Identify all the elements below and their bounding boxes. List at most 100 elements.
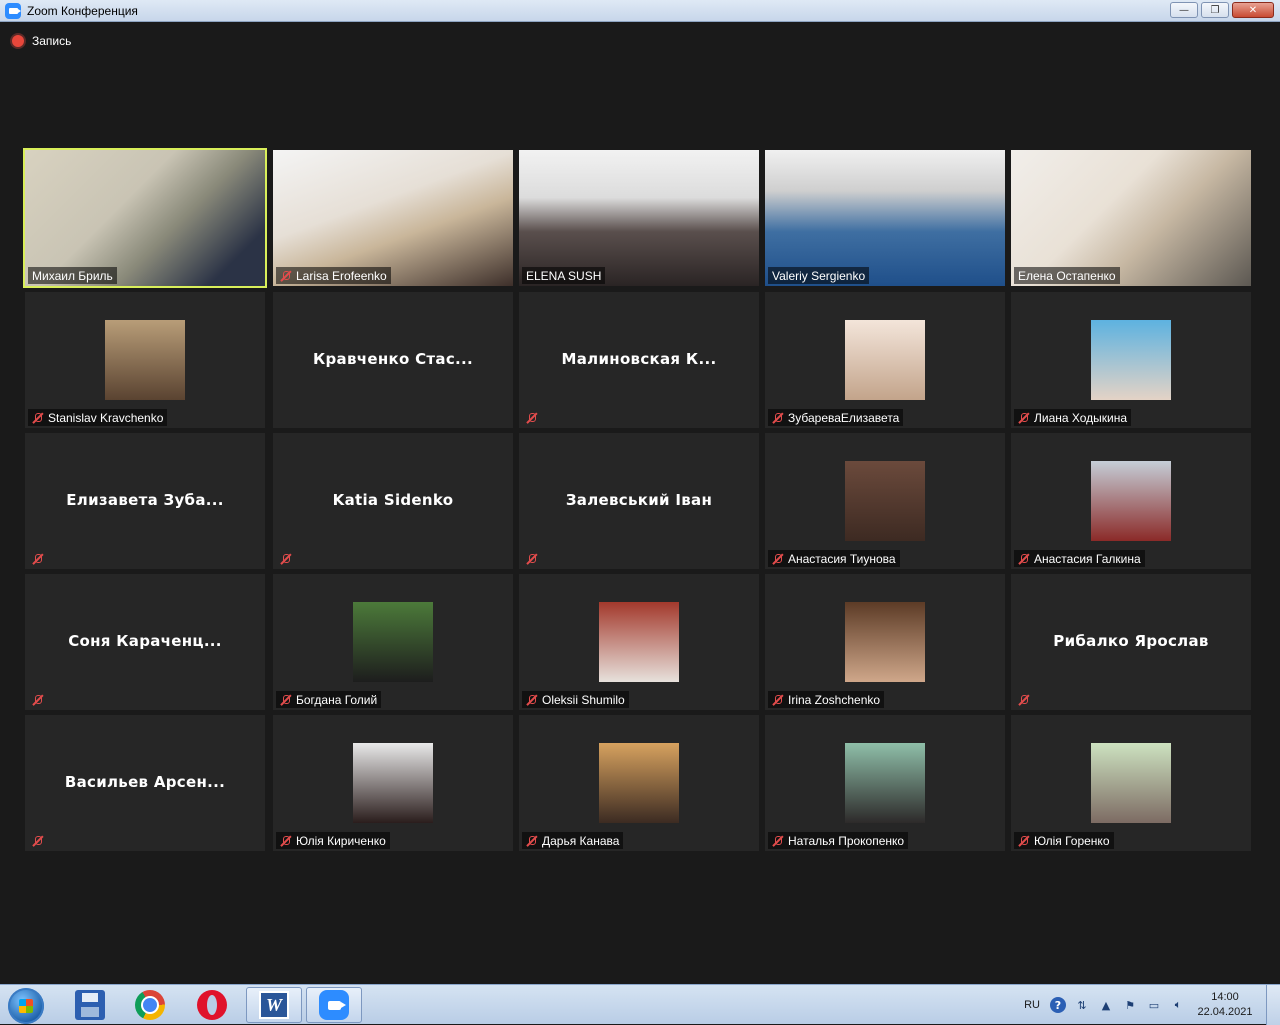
participant-tile[interactable]: Малиновская К... [519,292,759,428]
participant-avatar [845,602,925,682]
participant-video [25,150,265,286]
language-indicator[interactable]: RU [1024,999,1040,1011]
participant-tile[interactable]: Katia Sidenko [273,433,513,569]
participant-name: Oleksii Shumilo [542,692,625,707]
participant-center-name: Залевський Іван [565,491,713,509]
participant-tile[interactable]: Васильев Арсен... [25,715,265,851]
mic-muted-icon [1018,553,1030,565]
clock[interactable]: 14:00 22.04.2021 [1194,990,1256,1020]
mic-muted-icon [280,694,292,706]
participant-name: Irina Zoshchenko [788,692,881,707]
participant-tile[interactable]: Stanislav Kravchenko [25,292,265,428]
participant-name-bar: ELENA SUSH [522,267,606,284]
title-bar: Zoom Конференция — ❐ ✕ [0,0,1280,22]
participant-tile[interactable]: Залевський Іван [519,433,759,569]
participant-tile[interactable]: Irina Zoshchenko [765,574,1005,710]
participant-avatar [353,743,433,823]
display-icon[interactable]: ▭ [1146,997,1162,1013]
participant-name: Юлія Кириченко [296,833,386,848]
participant-name: Valeriy Sergienko [772,268,866,283]
participant-avatar [845,320,925,400]
mic-muted-icon [32,694,44,706]
participant-name: ELENA SUSH [526,268,602,283]
participant-tile[interactable]: Анастасия Галкина [1011,433,1251,569]
participant-name-bar [28,691,48,708]
mic-muted-icon [280,553,292,565]
participant-name-bar: Valeriy Sergienko [768,267,870,284]
participant-tile[interactable]: Рибалко Ярослав [1011,574,1251,710]
mic-muted-icon [526,412,538,424]
participant-name-bar: Анастасия Галкина [1014,550,1145,567]
participant-tile[interactable]: Valeriy Sergienko [765,150,1005,286]
start-button[interactable] [8,988,44,1024]
mic-muted-icon [280,270,292,282]
participant-tile[interactable]: Богдана Голий [273,574,513,710]
record-icon [12,35,24,47]
participant-tile[interactable]: Наталья Прокопенко [765,715,1005,851]
participant-name-bar: Юлія Горенко [1014,832,1114,849]
participant-tile[interactable]: Дарья Канава [519,715,759,851]
participant-name-bar: Богдана Голий [276,691,382,708]
participant-tile[interactable]: Анастасия Тиунова [765,433,1005,569]
participant-center-name: Елизавета Зуба... [66,491,224,509]
participant-name-bar: Larisa Erofeenko [276,267,391,284]
participant-tile[interactable]: Соня Караченц... [25,574,265,710]
participant-name-bar: Анастасия Тиунова [768,550,900,567]
word-icon[interactable]: W [246,987,302,1023]
mic-muted-icon [772,553,784,565]
participant-name-bar: Елена Остапенко [1014,267,1120,284]
participant-avatar [353,602,433,682]
system-tray: RU ? ⇅ ▲ ⚑ ▭ 🔈︎ 14:00 22.04.2021 [1024,985,1280,1025]
participant-name-bar: Irina Zoshchenko [768,691,885,708]
participant-tile[interactable]: ЗубареваЕлизавета [765,292,1005,428]
participant-name-bar: Юлія Кириченко [276,832,390,849]
minimize-button[interactable]: — [1170,2,1198,18]
participant-video [273,150,513,286]
participant-center-name: Кравченко Стас... [312,350,474,368]
participant-tile[interactable]: Елизавета Зуба... [25,433,265,569]
recording-indicator[interactable]: Запись [12,34,71,48]
participant-name-bar: ЗубареваЕлизавета [768,409,904,426]
maximize-button[interactable]: ❐ [1201,2,1229,18]
close-button[interactable]: ✕ [1232,2,1274,18]
participant-video [765,150,1005,286]
participant-avatar [1091,743,1171,823]
participant-name: Stanislav Kravchenko [48,410,164,425]
participant-tile[interactable]: Юлія Горенко [1011,715,1251,851]
taskbar: W RU ? ⇅ ▲ ⚑ ▭ 🔈︎ 14:00 22.04.2021 [0,984,1280,1025]
participant-tile[interactable]: Oleksii Shumilo [519,574,759,710]
participant-name-bar: Stanislav Kravchenko [28,409,168,426]
action-center-icon[interactable]: ⚑ [1122,997,1138,1013]
network-icon[interactable]: ⇅ [1074,997,1090,1013]
participant-name: Богдана Голий [296,692,378,707]
mic-muted-icon [772,835,784,847]
participant-center-name: Рибалко Ярослав [1053,632,1209,650]
mic-muted-icon [526,694,538,706]
participant-avatar [1091,461,1171,541]
mic-muted-icon [32,412,44,424]
opera-icon[interactable] [184,987,240,1023]
participant-tile[interactable]: Лиана Ходыкина [1011,292,1251,428]
participant-avatar [1091,320,1171,400]
window-controls: — ❐ ✕ [1170,2,1274,18]
mic-muted-icon [32,835,44,847]
clock-date: 22.04.2021 [1197,1006,1253,1018]
mic-muted-icon [1018,694,1030,706]
participant-tile[interactable]: Юлія Кириченко [273,715,513,851]
participant-tile[interactable]: Larisa Erofeenko [273,150,513,286]
participant-tile[interactable]: ELENA SUSH [519,150,759,286]
show-desktop-button[interactable] [1266,985,1280,1025]
participant-tile[interactable]: Кравченко Стас... [273,292,513,428]
participant-name: Анастасия Тиунова [788,551,896,566]
show-hidden-icons-icon[interactable]: ▲ [1098,997,1114,1013]
zoom-taskbar-icon[interactable] [306,987,362,1023]
mic-muted-icon [526,835,538,847]
participant-name-bar: Наталья Прокопенко [768,832,909,849]
help-icon[interactable]: ? [1050,997,1066,1013]
chrome-icon[interactable] [122,987,178,1023]
participant-tile[interactable]: Елена Остапенко [1011,150,1251,286]
volume-icon[interactable]: 🔈︎ [1170,997,1186,1013]
participant-tile[interactable]: Михаил Бриль [23,148,267,288]
save-app-icon[interactable] [62,987,118,1023]
participant-name-bar [1014,691,1034,708]
